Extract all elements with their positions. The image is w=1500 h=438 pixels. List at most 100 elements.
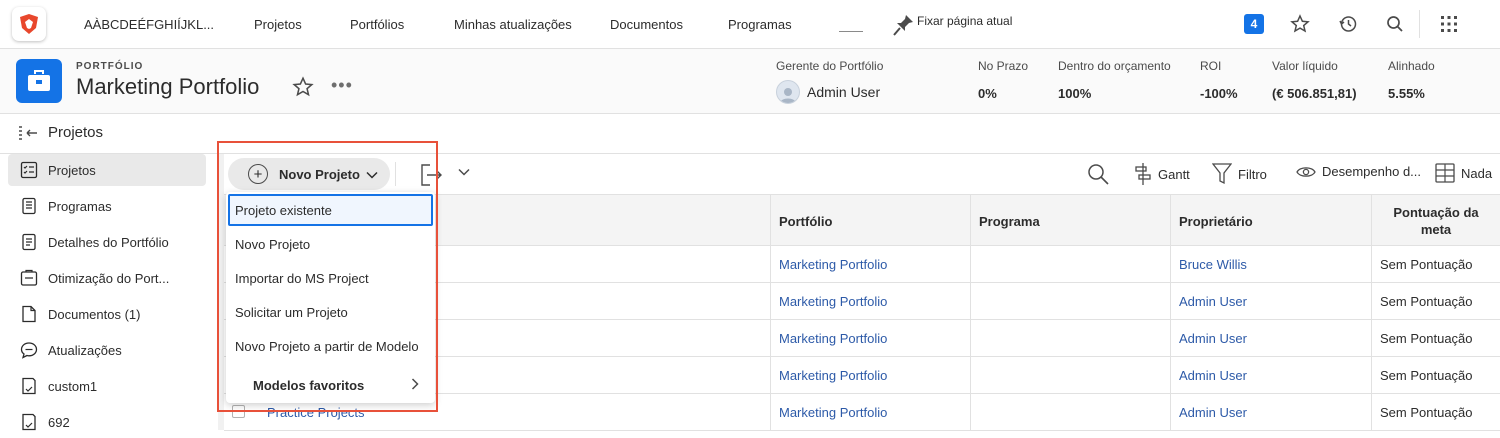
nav-documentos[interactable]: Documentos [610, 17, 683, 32]
program-icon [20, 197, 38, 215]
new-project-button[interactable]: + Novo Projeto [228, 158, 390, 190]
sidebar-item-documentos[interactable]: Documentos (1) [8, 298, 206, 330]
favorite-templates-label: Modelos favoritos [253, 377, 365, 393]
menu-item-favorite-templates[interactable]: Modelos favoritos [228, 369, 433, 401]
column-header-owner[interactable]: Proprietário [1170, 195, 1371, 247]
grouping-icon [1435, 163, 1455, 183]
plus-circle-icon: + [248, 164, 268, 184]
left-panel-title: Projetos [48, 124, 104, 141]
portfolio-link[interactable]: Marketing Portfolio [770, 246, 970, 283]
row-checkbox[interactable] [232, 405, 245, 418]
top-navigation: AÀBCDEÉFGHIÍJKL... Projetos Portfólios M… [0, 0, 1500, 49]
gantt-icon [1134, 162, 1152, 186]
owner-link[interactable]: Bruce Willis [1170, 246, 1371, 283]
goal-score-cell: Sem Pontuação [1371, 320, 1500, 357]
portfolio-link[interactable]: Marketing Portfolio [770, 394, 970, 431]
avatar [776, 80, 800, 104]
sidebar: Projetos Programas Detalhes do Portfólio… [0, 154, 215, 431]
table-search-button[interactable] [1086, 162, 1116, 186]
manager-name: Admin User [807, 84, 881, 100]
goal-score-cell: Sem Pontuação [1371, 283, 1500, 320]
history-icon[interactable] [1337, 13, 1359, 35]
favorite-star-icon[interactable] [292, 76, 314, 103]
metric-label-on-time: No Prazo [978, 59, 1029, 73]
menu-item-new-project[interactable]: Novo Projeto [228, 228, 433, 260]
details-icon [20, 233, 38, 251]
column-header-program[interactable]: Programa [970, 195, 1170, 247]
owner-link[interactable]: Admin User [1170, 320, 1371, 357]
portfolio-link[interactable]: Marketing Portfolio [770, 357, 970, 394]
portfolio-manager[interactable]: Admin User [776, 80, 880, 104]
sidebar-item-programas[interactable]: Programas [8, 190, 206, 222]
nav-alphabet[interactable]: AÀBCDEÉFGHIÍJKL... [84, 17, 214, 32]
collapse-panel-icon[interactable] [18, 125, 38, 141]
goal-score-cell: Sem Pontuação [1371, 357, 1500, 394]
updates-chat-icon [20, 341, 38, 359]
more-options-button[interactable]: ••• [331, 75, 353, 96]
sidebar-item-otimizacao[interactable]: Otimização do Port... [8, 262, 206, 294]
portfolio-link[interactable]: Marketing Portfolio [770, 320, 970, 357]
chevron-right-icon [411, 377, 419, 393]
sidebar-item-label: Documentos (1) [48, 306, 141, 322]
nav-programas[interactable]: Programas [728, 17, 792, 32]
metric-value-roi: -100% [1200, 86, 1238, 101]
sidebar-item-projetos[interactable]: Projetos [8, 154, 206, 186]
nav-projetos[interactable]: Projetos [254, 17, 302, 32]
program-cell [970, 246, 1170, 283]
sidebar-item-custom1[interactable]: custom1 [8, 370, 206, 402]
menu-item-from-template[interactable]: Novo Projeto a partir de Modelo [228, 330, 433, 362]
new-project-menu: Projeto existente Novo Projeto Importar … [226, 192, 435, 403]
nav-placeholder-dash [839, 31, 863, 32]
sidebar-item-label: Programas [48, 198, 112, 214]
sidebar-item-692[interactable]: 692 [8, 406, 206, 438]
metric-label-roi: ROI [1200, 59, 1222, 73]
export-dropdown-chevron[interactable] [458, 168, 476, 176]
page-title: Marketing Portfolio [76, 74, 260, 99]
search-icon [1086, 162, 1110, 186]
sidebar-item-detalhes[interactable]: Detalhes do Portfólio [8, 226, 206, 258]
grouping-selector[interactable]: Nada [1435, 163, 1492, 183]
document-icon [20, 305, 38, 323]
portfolio-link[interactable]: Marketing Portfolio [770, 283, 970, 320]
metric-value-net-value: (€ 506.851,81) [1272, 86, 1357, 101]
owner-link[interactable]: Admin User [1170, 357, 1371, 394]
program-cell [970, 320, 1170, 357]
notification-badge[interactable]: 4 [1244, 14, 1264, 34]
view-label: Desempenho d... [1322, 164, 1422, 179]
sidebar-item-atualizacoes[interactable]: Atualizações [8, 334, 206, 366]
menu-item-existing-project[interactable]: Projeto existente [228, 194, 433, 226]
nav-portfolios[interactable]: Portfólios [350, 17, 404, 32]
apps-grid-icon[interactable] [1438, 13, 1460, 35]
export-button[interactable] [420, 164, 450, 186]
export-icon [420, 164, 444, 186]
menu-item-request-project[interactable]: Solicitar um Projeto [228, 296, 433, 328]
sidebar-item-label: Atualizações [48, 342, 122, 358]
toolbar-divider [395, 162, 396, 186]
portfolio-kicker: PORTFÓLIO [76, 61, 144, 72]
filter-label: Filtro [1238, 166, 1267, 182]
menu-item-import-ms-project[interactable]: Importar do MS Project [228, 262, 433, 294]
goal-score-cell: Sem Pontuação [1371, 246, 1500, 283]
view-selector[interactable]: Desempenho d... [1296, 164, 1421, 179]
app-logo[interactable] [12, 7, 46, 41]
owner-link[interactable]: Admin User [1170, 394, 1371, 431]
filter-icon [1212, 163, 1232, 185]
metric-label-budget: Dentro do orçamento [1058, 59, 1171, 73]
column-header-goal-score[interactable]: Pontuação da meta [1371, 195, 1500, 247]
portfolio-header: PORTFÓLIO Marketing Portfolio ••• Gerent… [0, 49, 1500, 114]
chevron-down-icon [458, 168, 470, 176]
star-icon[interactable] [1289, 13, 1311, 35]
metric-value-aligned: 5.55% [1388, 86, 1425, 101]
program-cell [970, 357, 1170, 394]
column-header-label: Pontuação da meta [1393, 205, 1479, 237]
nav-minhas-atualizacoes[interactable]: Minhas atualizações [454, 17, 572, 32]
owner-link[interactable]: Admin User [1170, 283, 1371, 320]
column-header-portfolio[interactable]: Portfólio [770, 195, 970, 247]
eye-icon [1296, 165, 1316, 179]
gantt-button[interactable]: Gantt [1134, 162, 1190, 186]
new-project-label: Novo Projeto [279, 166, 360, 182]
search-icon[interactable] [1384, 13, 1406, 35]
left-panel-header[interactable]: Projetos [18, 124, 103, 141]
filter-button[interactable]: Filtro [1212, 163, 1267, 185]
pin-current-page-button[interactable]: Fixar página atual [893, 13, 1012, 37]
